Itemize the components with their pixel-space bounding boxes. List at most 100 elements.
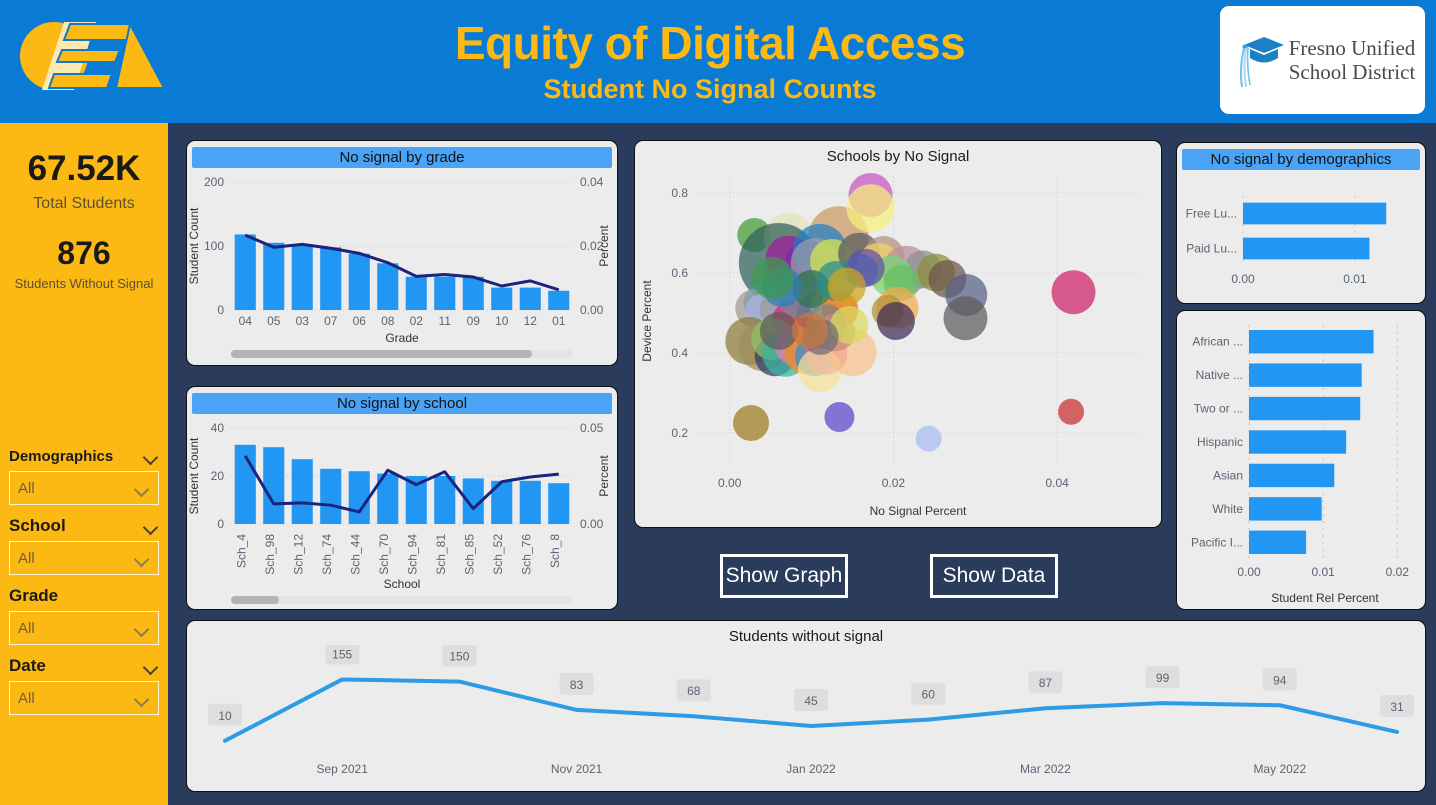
filter-school-label: School	[9, 516, 66, 535]
show-data-button[interactable]: Show Data	[930, 554, 1058, 598]
svg-text:31: 31	[1390, 700, 1404, 714]
svg-text:Hispanic: Hispanic	[1197, 435, 1243, 449]
svg-text:Sch_76: Sch_76	[519, 534, 533, 575]
svg-text:0.04: 0.04	[580, 175, 604, 189]
svg-text:99: 99	[1156, 671, 1170, 685]
filter-demographics-value: All	[18, 479, 35, 497]
svg-text:Sch_74: Sch_74	[320, 534, 334, 575]
chevron-down-icon	[135, 694, 150, 703]
panel-students-without-signal-trend: Students without signal 10 155 150 83 68 45 60…	[186, 620, 1426, 792]
svg-text:Student Count: Student Count	[187, 437, 201, 514]
svg-text:02: 02	[410, 314, 424, 328]
filter-list: Demographics All School All Grade All Da…	[0, 441, 168, 721]
svg-text:0.00: 0.00	[580, 303, 604, 317]
svg-text:68: 68	[687, 684, 701, 698]
svg-text:150: 150	[449, 650, 469, 664]
chevron-down-icon	[144, 452, 159, 461]
svg-text:03: 03	[296, 314, 310, 328]
chart-no-signal-by-school[interactable]: 0 20 40 0.00 0.05 Sch_4 Sch_98 Sch_12 Sch_74 Sch_…	[187, 414, 617, 610]
svg-text:Sch_70: Sch_70	[377, 534, 391, 575]
chevron-down-icon	[135, 484, 150, 493]
panel-no-signal-by-grade: No signal by grade 0 100 200 0.00 0.02 0.04 04…	[186, 140, 618, 366]
svg-text:Free Lu...: Free Lu...	[1186, 207, 1237, 221]
svg-text:Sch_81: Sch_81	[434, 534, 448, 575]
svg-text:07: 07	[324, 314, 338, 328]
panel-no-signal-by-school-title: No signal by school	[192, 393, 612, 414]
chart-students-without-signal-trend[interactable]: 10 155 150 83 68 45 60 87 99 94 31 Sep 2021 Nov 2021…	[187, 645, 1425, 787]
svg-text:0.00: 0.00	[718, 476, 742, 490]
graduation-cap-icon	[1239, 37, 1284, 88]
filter-date-select[interactable]: All	[9, 681, 159, 715]
chart-no-signal-by-grade[interactable]: 01002000.000.020.0404 05 03 07 06 08 02 11 09 10 1…	[187, 168, 617, 366]
svg-text:African ...: African ...	[1192, 335, 1243, 349]
panel-no-signal-by-demographics-title: No signal by demographics	[1182, 149, 1420, 170]
svg-text:155: 155	[332, 647, 352, 661]
svg-text:Student Rel Percent: Student Rel Percent	[1271, 591, 1379, 605]
filter-school-header[interactable]: School	[9, 511, 159, 541]
page-subtitle: Student No Signal Counts	[543, 74, 877, 104]
filter-date-header[interactable]: Date	[9, 651, 159, 681]
svg-text:10: 10	[218, 709, 232, 723]
panel-no-signal-by-school: No signal by school 0 20 40 0.00 0.05 Sch_4 Sc…	[186, 386, 618, 610]
svg-text:No Signal Percent: No Signal Percent	[870, 504, 967, 518]
svg-text:Sch_44: Sch_44	[348, 534, 362, 575]
svg-text:0.01: 0.01	[1343, 272, 1367, 286]
panel-no-signal-by-demographics: No signal by demographics 0.00 0.01 Free L…	[1176, 142, 1426, 304]
svg-text:0.6: 0.6	[671, 266, 688, 280]
district-name-line2: School District	[1288, 60, 1416, 84]
svg-text:10: 10	[495, 314, 509, 328]
filter-demographics: Demographics All	[0, 441, 168, 505]
chart-schools-by-no-signal[interactable]: 0.2 0.4 0.6 0.8 0.00 0.02 0.04 No Signal Percen…	[635, 165, 1161, 523]
svg-text:May 2022: May 2022	[1253, 762, 1306, 776]
svg-text:Mar 2022: Mar 2022	[1020, 762, 1071, 776]
svg-text:11: 11	[439, 314, 452, 328]
kpi-no-signal-value: 876	[57, 235, 111, 271]
svg-text:Sep 2021: Sep 2021	[317, 762, 369, 776]
page-header: Equity of Digital Access Student No Sign…	[0, 0, 1436, 123]
svg-text:0.02: 0.02	[1386, 565, 1410, 579]
svg-text:Grade: Grade	[385, 331, 419, 345]
filter-grade-select[interactable]: All	[9, 611, 159, 645]
panel-no-signal-by-ethnicity: 0.00 0.01 0.02 African ... Native ... Two or …	[1176, 310, 1426, 610]
svg-text:Paid Lu...: Paid Lu...	[1186, 242, 1237, 256]
chart-no-signal-by-ethnicity[interactable]: 0.00 0.01 0.02 African ... Native ... Two or …	[1177, 311, 1425, 607]
filter-grade: Grade All	[0, 581, 168, 645]
svg-text:45: 45	[804, 694, 818, 708]
filter-date: Date All	[0, 651, 168, 715]
svg-text:Native ...: Native ...	[1196, 368, 1243, 382]
svg-text:40: 40	[211, 421, 225, 435]
svg-text:Sch_52: Sch_52	[491, 534, 505, 575]
svg-text:0.00: 0.00	[1231, 272, 1255, 286]
show-graph-button[interactable]: Show Graph	[720, 554, 848, 598]
page-title: Equity of Digital Access	[454, 17, 966, 69]
chevron-down-icon	[144, 662, 159, 671]
svg-text:Sch_8: Sch_8	[548, 534, 562, 568]
kpi-total-students-label: Total Students	[33, 195, 135, 212]
svg-text:0: 0	[217, 517, 224, 531]
svg-text:0: 0	[217, 303, 224, 317]
filter-date-value: All	[18, 689, 35, 707]
svg-text:Two or ...: Two or ...	[1194, 402, 1243, 416]
svg-text:Student Count: Student Count	[187, 207, 201, 284]
filter-grade-header[interactable]: Grade	[9, 581, 159, 611]
svg-text:0.04: 0.04	[1045, 476, 1069, 490]
svg-text:Device Percent: Device Percent	[640, 280, 654, 362]
chart-no-signal-by-demographics[interactable]: 0.00 0.01 Free Lu... Paid Lu...	[1177, 170, 1425, 302]
filter-school: School All	[0, 511, 168, 575]
svg-text:01: 01	[552, 314, 566, 328]
svg-text:Percent: Percent	[597, 225, 611, 267]
filter-grade-label: Grade	[9, 586, 59, 605]
chevron-down-icon	[135, 624, 150, 633]
filter-demographics-label: Demographics	[9, 447, 114, 465]
filter-school-value: All	[18, 549, 35, 567]
svg-text:0.00: 0.00	[1237, 565, 1261, 579]
svg-text:Asian: Asian	[1213, 468, 1243, 482]
dashboard-root: Equity of Digital Access Student No Sign…	[0, 0, 1436, 805]
filter-grade-value: All	[18, 619, 35, 637]
svg-text:87: 87	[1039, 676, 1053, 690]
filter-demographics-header[interactable]: Demographics	[9, 441, 159, 471]
filter-school-select[interactable]: All	[9, 541, 159, 575]
svg-text:60: 60	[922, 688, 936, 702]
svg-text:Jan 2022: Jan 2022	[786, 762, 836, 776]
filter-demographics-select[interactable]: All	[9, 471, 159, 505]
